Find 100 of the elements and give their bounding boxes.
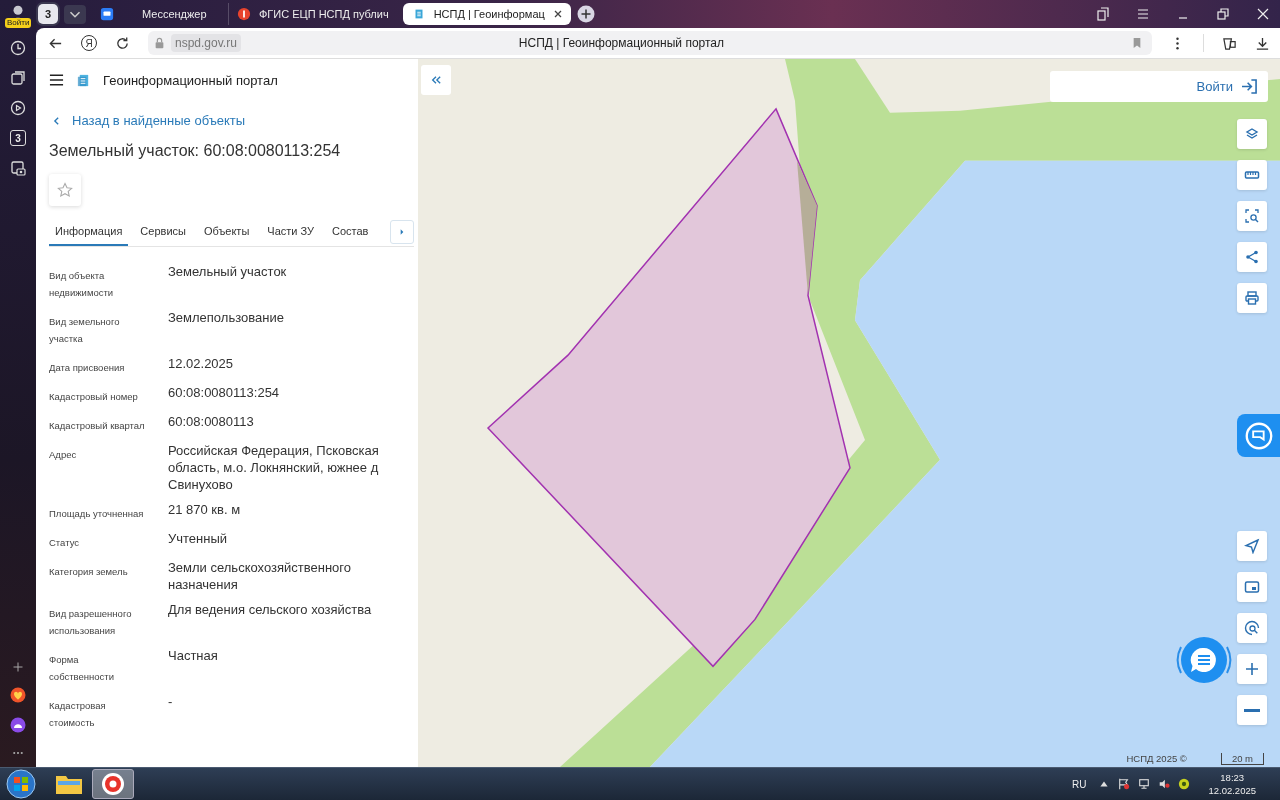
- browser-icon: [101, 772, 125, 796]
- reload-icon[interactable]: [115, 35, 130, 51]
- info-tab[interactable]: Состав: [326, 218, 375, 246]
- navigation-icon: [1244, 538, 1260, 554]
- field-value: Учтенный: [168, 530, 229, 548]
- collections-icon[interactable]: [10, 70, 26, 86]
- info-tab[interactable]: Части ЗУ: [261, 218, 320, 246]
- share-button[interactable]: [1237, 242, 1267, 272]
- message-icon: [1244, 421, 1273, 450]
- network-icon[interactable]: [1138, 778, 1151, 790]
- field-value: Земли сельскохозяйственного назначения: [168, 559, 352, 593]
- field-label: Площадь уточненная: [49, 507, 145, 521]
- tab-counter[interactable]: 3: [38, 4, 58, 24]
- field-label: Вид разрешенного использования: [49, 607, 133, 638]
- minimap-button[interactable]: [1237, 572, 1267, 602]
- field-value: Частная: [168, 647, 219, 665]
- field-value: 60:08:0080113: [168, 413, 255, 431]
- app-icon[interactable]: [10, 687, 26, 703]
- search-icon: [1244, 620, 1260, 636]
- volume-icon[interactable]: [1158, 778, 1171, 790]
- logo-icon: [76, 72, 91, 88]
- tab-title: НСПД | Геоинформац: [433, 8, 545, 20]
- field-label: Кадастровый квартал: [49, 419, 146, 433]
- browser-tab[interactable]: ФГИС ЕЦП НСПД публич: [228, 3, 397, 25]
- field-label: Форма собственности: [49, 653, 115, 684]
- lock-icon: [154, 37, 165, 49]
- field-label: Кадастровый номер: [49, 390, 139, 404]
- clock-date: 12.02.2025: [1208, 784, 1256, 797]
- login-button[interactable]: Войти: [1050, 71, 1268, 102]
- minus-icon: [1244, 708, 1260, 712]
- browser-taskbar-button[interactable]: [92, 769, 134, 799]
- back-link[interactable]: Назад в найденные объекты: [53, 113, 246, 128]
- field-label: Статус: [49, 536, 81, 550]
- chevron-icon[interactable]: [64, 4, 86, 24]
- close-icon[interactable]: [552, 9, 563, 19]
- field-value: Землепользование: [168, 309, 285, 327]
- app-tray-icon[interactable]: [1178, 778, 1191, 790]
- field-value: 60:08:0080113:254: [168, 384, 281, 402]
- address-bar[interactable]: nspd.gov.ru НСПД | Геоинформационный портал: [148, 31, 1152, 55]
- search-button[interactable]: [1237, 613, 1267, 643]
- browser-tab[interactable]: НСПД | Геоинформац: [402, 3, 571, 25]
- new-tab-icon[interactable]: [576, 5, 595, 23]
- extension-icon[interactable]: [1222, 35, 1237, 51]
- url-text: nspd.gov.ru: [171, 34, 241, 52]
- field-label: Адрес: [49, 448, 78, 462]
- field-value: 12.02.2025: [168, 355, 235, 373]
- feedback-tab[interactable]: [1237, 414, 1280, 457]
- page-title: НСПД | Геоинформационный портал: [517, 36, 725, 50]
- info-tab[interactable]: Объекты: [197, 218, 256, 246]
- object-heading: Земельный участок: 60:08:0080113:254: [49, 142, 342, 160]
- layers-button[interactable]: [1237, 119, 1267, 149]
- field-value: Российская Федерация, Псковская область, м.о. Локнянский, южнее д Свинухово: [168, 442, 380, 493]
- field-value: Для ведения сельского хозяйства: [168, 601, 373, 619]
- caret-icon: [400, 229, 404, 235]
- area-search-icon: [1244, 208, 1260, 224]
- map-attribution: НСПД 2025 ©: [1126, 753, 1187, 765]
- language-indicator[interactable]: RU: [1072, 778, 1087, 790]
- browser-tab[interactable]: Мессенджер: [92, 3, 222, 25]
- portal-title: Геоинформационный портал: [103, 72, 278, 88]
- info-tab[interactable]: Сервисы: [134, 218, 192, 246]
- star-icon: [57, 182, 73, 198]
- zoom-in-button[interactable]: [1237, 654, 1267, 684]
- menu-icon[interactable]: [49, 74, 64, 86]
- print-button[interactable]: [1237, 283, 1267, 313]
- tab-title: ФГИС ЕЦП НСПД публич: [259, 8, 389, 20]
- add-icon[interactable]: [12, 661, 24, 673]
- field-value: 21 870 кв. м: [168, 501, 242, 519]
- login-label[interactable]: Войти: [5, 18, 32, 28]
- locate-button[interactable]: [1237, 531, 1267, 561]
- field-label: Кадастровая стоимость: [49, 699, 107, 730]
- layers-icon: [1244, 126, 1260, 142]
- download-icon[interactable]: [1255, 35, 1270, 51]
- play-icon[interactable]: [10, 100, 26, 116]
- share-icon: [1244, 249, 1260, 265]
- site-icon: [237, 7, 251, 21]
- flag-icon[interactable]: [1118, 778, 1131, 790]
- tabs-counter[interactable]: 3: [10, 130, 26, 146]
- start-icon[interactable]: [6, 769, 36, 799]
- print-icon: [1244, 290, 1260, 306]
- plus-icon: [1244, 661, 1260, 677]
- double-chevron-icon: [430, 75, 442, 85]
- tab-title: Мессенджер: [141, 8, 208, 20]
- ruler-button[interactable]: [1237, 160, 1267, 190]
- field-label: Дата присвоения: [49, 361, 126, 375]
- scale-bar: 20 m: [1220, 753, 1264, 765]
- zoom-out-button[interactable]: [1237, 695, 1267, 725]
- field-label: Вид объекта недвижимости: [49, 269, 115, 300]
- assistant-icon[interactable]: [10, 717, 26, 733]
- select-button[interactable]: [1237, 201, 1267, 231]
- site-icon: [100, 7, 114, 21]
- field-value: -: [168, 693, 174, 711]
- field-label: Категория земель: [49, 565, 129, 579]
- screenshot-icon[interactable]: [10, 160, 26, 176]
- login-icon: [1241, 79, 1258, 94]
- history-icon[interactable]: [10, 40, 26, 56]
- field-value: Земельный участок: [168, 263, 288, 281]
- minimap-icon: [1244, 579, 1260, 595]
- clock-time: 18:23: [1220, 771, 1245, 784]
- field-label: Вид земельного участка: [49, 315, 121, 346]
- info-tab[interactable]: Информация: [49, 218, 129, 246]
